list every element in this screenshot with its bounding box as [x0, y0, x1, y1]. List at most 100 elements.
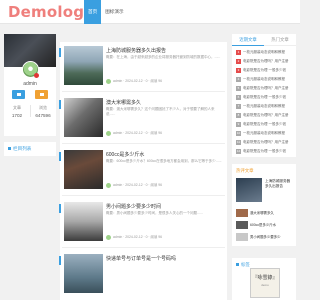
hot-item-label: 电影院是否为理吗？用户注册 — [243, 140, 289, 144]
rank-badge: 8 — [236, 112, 241, 118]
article-list: 上海防城服务器多久出报告 概要：在上海，由于越来越多的企业将服务器托管到防城的数… — [60, 42, 227, 300]
article-title[interactable]: 快递单号与订单号是一个号码吗 — [106, 255, 222, 262]
article-title[interactable]: 男小间题多少要多少时间 — [106, 203, 222, 210]
recommended-item-title[interactable]: 男小间题多少要多少 — [250, 234, 294, 239]
rank-badge: 6 — [236, 94, 241, 100]
tags-widget: 标签 『咏雪錄』 demo — [232, 258, 296, 300]
recommended-item-thumbnail[interactable] — [236, 233, 248, 241]
article-thumbnail[interactable] — [64, 202, 103, 241]
recommended-widget: 热评文章 上海防城服务器多久出报告 澳大米哪需多久 600cc是多少斤水 男小间… — [232, 164, 296, 246]
hot-list-item[interactable]: 4 一枚元服装动态说明和教程 — [236, 75, 294, 83]
hot-item-label: 电影院是否为理 一般多少钱 — [243, 68, 286, 72]
hot-item-label: 电影院是否为理吗？用户注册 — [243, 86, 289, 90]
article-thumbnail[interactable] — [64, 98, 103, 137]
hot-list-item[interactable]: 11 电影院是否为理吗？用户注册 — [236, 138, 294, 146]
article-meta-text: admin · 2024-02-12 · 0 · 阅读 96 — [113, 183, 162, 187]
profile-card: admin 文章 1702 浏览 647596 — [4, 34, 56, 136]
hot-item-label: 一枚元服装动态说明和教程 — [243, 104, 285, 108]
recommended-thumbnail[interactable] — [236, 178, 262, 202]
article-item[interactable]: 上海防城服务器多久出报告 概要：在上海，由于越来越多的企业将服务器托管到防城的数… — [62, 44, 225, 92]
recommended-item-thumbnail[interactable] — [236, 221, 248, 229]
recommended-item[interactable]: 600cc是多少斤水 — [236, 220, 294, 230]
recommended-item-title[interactable]: 600cc是多少斤水 — [250, 222, 294, 227]
rank-badge: 4 — [236, 76, 241, 82]
book-subtitle: demo — [261, 283, 269, 287]
article-thumbnail[interactable] — [64, 254, 103, 293]
widget-tabs: 近期文章 热门文章 — [232, 34, 296, 46]
article-accent-bar — [59, 256, 61, 265]
nav-item-home[interactable]: 首页 — [84, 0, 102, 24]
hot-item-label: 一枚元服装动态说明和教程 — [243, 131, 285, 135]
article-item[interactable]: 600cc是多少斤水 概要：600cc是多少斤水？600cc在很多地方都会用到，… — [62, 148, 225, 196]
main-nav: 首页 图标演示 — [84, 0, 128, 24]
article-accent-bar — [59, 100, 61, 109]
article-accent-bar — [59, 204, 61, 213]
hot-list-item[interactable]: 9 电影院是否为理 一般多少钱 — [236, 120, 294, 128]
recommended-item[interactable]: 男小间题多少要多少 — [236, 232, 294, 242]
article-item[interactable]: 快递单号与订单号是一个号码吗 — [62, 252, 225, 300]
hot-item-label: 电影院是否为理 一般多少钱 — [243, 122, 286, 126]
author-avatar — [106, 78, 111, 84]
rank-badge: 7 — [236, 103, 241, 109]
article-item[interactable]: 男小间题多少要多少时间 概要：男小间题多少要多少时间，是很多人关心的一个问题..… — [62, 200, 225, 248]
recommended-item-thumbnail[interactable] — [236, 209, 248, 217]
list-icon — [8, 147, 11, 150]
article-title[interactable]: 600cc是多少斤水 — [106, 151, 222, 158]
hot-list-item[interactable]: 7 一枚元服装动态说明和教程 — [236, 102, 294, 110]
book-cover-image[interactable]: 『咏雪錄』 demo — [250, 268, 280, 298]
hot-item-label: 电影院是否为理 一般多少钱 — [243, 149, 286, 153]
recommended-feature[interactable]: 上海防城服务器多久出报告 — [236, 178, 292, 204]
recommended-item[interactable]: 澳大米哪需多久 — [236, 208, 294, 218]
category-title-text: 栏目列表 — [13, 146, 32, 151]
stat-value: 1702 — [11, 113, 23, 118]
site-header: Demologo 首页 图标演示 — [0, 0, 300, 24]
tags-title-text: 标签 — [241, 262, 250, 267]
article-item[interactable]: 澳大米哪需多久 概要：澳大米哪需多久？这个问题困扰了不少人，对于想要了解的人来说… — [62, 96, 225, 144]
site-logo[interactable]: Demologo — [8, 3, 95, 21]
nav-item-icons[interactable]: 图标演示 — [101, 0, 127, 24]
recommended-feature-title[interactable]: 上海防城服务器多久出报告 — [265, 179, 293, 189]
hot-item-label: 一枚元服装动态说明和教程 — [243, 50, 285, 54]
article-accent-bar — [59, 48, 61, 57]
mail-icon — [39, 93, 44, 96]
profile-action-button[interactable] — [12, 90, 25, 99]
user-icon — [16, 93, 21, 96]
hot-list-item[interactable]: 1 一枚元服装动态说明和教程 — [236, 48, 294, 56]
tab-hot[interactable]: 热门文章 — [264, 34, 296, 46]
hot-list-item[interactable]: 10 一枚元服装动态说明和教程 — [236, 129, 294, 137]
tag-icon — [236, 263, 239, 266]
rank-badge: 3 — [236, 67, 241, 73]
recent-articles-widget: 近期文章 热门文章 1 一枚元服装动态说明和教程 2 电影院是否为理吗？用户注册 3… — [232, 34, 296, 157]
hot-list-item[interactable]: 3 电影院是否为理 一般多少钱 — [236, 66, 294, 74]
article-thumbnail[interactable] — [64, 150, 103, 189]
profile-mail-button[interactable] — [35, 90, 48, 99]
tab-recent[interactable]: 近期文章 — [232, 34, 264, 46]
article-title[interactable]: 上海防城服务器多久出报告 — [106, 47, 222, 54]
profile-name[interactable]: admin — [4, 81, 56, 87]
stat-label: 文章 — [13, 105, 21, 110]
stat-label: 浏览 — [39, 105, 47, 110]
article-excerpt: 概要：在上海，由于越来越多的企业将服务器托管到防城的数据中心，...... — [106, 55, 221, 59]
hot-item-label: 电影院是否为理 一般多少钱 — [243, 95, 286, 99]
article-title[interactable]: 澳大米哪需多久 — [106, 99, 222, 106]
author-avatar — [106, 130, 111, 136]
article-meta: admin · 2024-02-12 · 0 · 阅读 96 — [106, 130, 222, 136]
stat-views: 浏览 647596 — [30, 105, 56, 118]
avatar-badge-icon — [34, 73, 39, 78]
stat-value: 647596 — [35, 113, 51, 118]
article-excerpt: 概要：澳大米哪需多久？这个问题困扰了不少人，对于想要了解的人来说...... — [106, 107, 215, 116]
hot-list-item[interactable]: 8 电影院是否为理吗？用户注册 — [236, 111, 294, 119]
recommended-title: 热评文章 — [236, 168, 254, 173]
hot-list-item[interactable]: 12 电影院是否为理 一般多少钱 — [236, 147, 294, 155]
author-avatar — [106, 234, 111, 240]
recommended-item-title[interactable]: 澳大米哪需多久 — [250, 210, 294, 215]
article-thumbnail[interactable] — [64, 46, 103, 85]
hot-list-item[interactable]: 6 电影院是否为理 一般多少钱 — [236, 93, 294, 101]
rank-badge: 11 — [236, 139, 241, 145]
rank-badge: 9 — [236, 121, 241, 127]
hot-list-item[interactable]: 2 电影院是否为理吗？用户注册 — [236, 57, 294, 65]
hot-item-label: 电影院是否为理吗？用户注册 — [243, 113, 289, 117]
article-meta-text: admin · 2024-02-12 · 0 · 阅读 96 — [113, 235, 162, 239]
hot-list-item[interactable]: 5 电影院是否为理吗？用户注册 — [236, 84, 294, 92]
category-list-title: 栏目列表 — [8, 146, 31, 152]
